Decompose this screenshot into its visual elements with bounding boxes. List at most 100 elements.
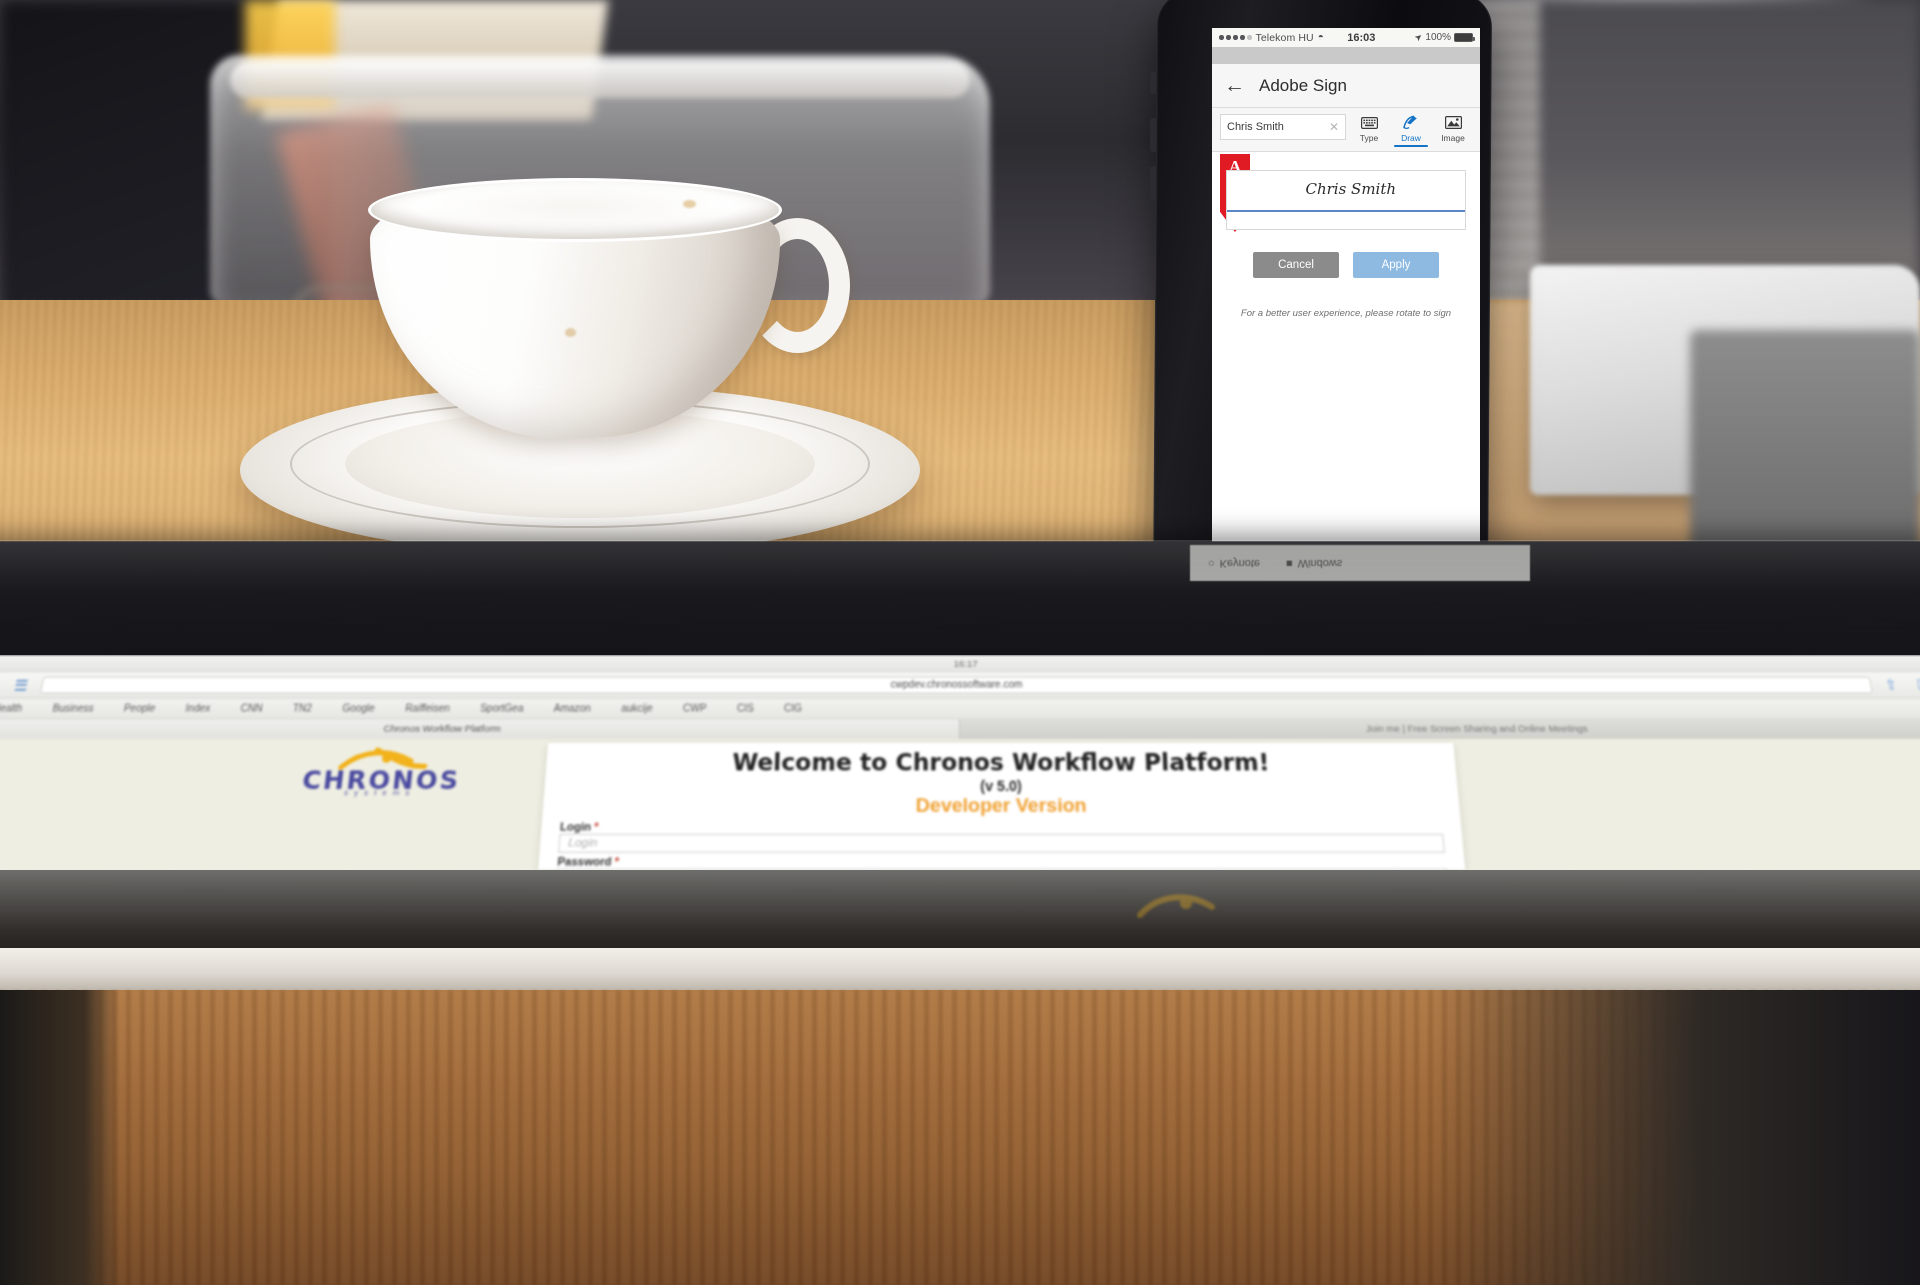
share-icon[interactable]: ⇧	[1884, 677, 1899, 694]
status-time: 16:03	[1347, 31, 1376, 44]
tab-draw-label: Draw	[1401, 133, 1421, 143]
white-ledge	[0, 948, 1920, 994]
reflection-keynote: ○ Keynote	[1208, 557, 1260, 569]
tab-draw-underline	[1394, 145, 1428, 147]
signature-mode-group: Type Draw Image	[1352, 114, 1472, 147]
password-input[interactable]: Password	[555, 868, 1449, 870]
login-placeholder: Login	[567, 837, 598, 850]
safari-browser: iPad ◓ 16:17 66% ← → ☰ cwpdev.chronossof…	[0, 655, 1920, 870]
ipad-glass-reflection: ○ Keynote ■ Windows	[1190, 545, 1530, 581]
signature-ink: Chris Smith	[1305, 180, 1397, 198]
logo-reflection	[1137, 894, 1215, 918]
app-header: ← Adobe Sign	[1212, 64, 1480, 108]
logo-subtitle: systems	[343, 787, 417, 798]
cup-rim	[368, 178, 782, 242]
signature-button-row: Cancel Apply	[1226, 252, 1466, 278]
browser-tab-bar: Chronos Workflow Platform Join me | Free…	[0, 719, 1920, 739]
tabs-icon[interactable]: ☐	[1915, 677, 1920, 694]
reflection-windows: ■ Windows	[1286, 557, 1342, 569]
password-required-marker: *	[614, 856, 620, 869]
status-right-group: ➤ 100%	[1412, 30, 1475, 44]
cup-speck	[565, 328, 576, 337]
keyboard-icon	[1352, 114, 1386, 131]
ios-gray-bar	[1212, 47, 1480, 64]
reflection-keynote-label: Keynote	[1219, 557, 1261, 569]
ios-status-bar: Telekom HU ◓ 16:03 ➤ 100%	[1212, 28, 1480, 47]
tab-joinme[interactable]: Join me | Free Screen Sharing and Online…	[960, 719, 1920, 739]
login-field-label: Login *	[560, 821, 1444, 834]
bookmark-item[interactable]: Business	[52, 703, 95, 714]
page-title: Welcome to Chronos Workflow Platform!	[731, 749, 1271, 777]
password-field-label: Password *	[557, 856, 1446, 869]
close-x-icon[interactable]: ✕	[1329, 120, 1339, 134]
bookmark-item[interactable]: CIG	[784, 703, 802, 714]
bookmark-item[interactable]: Google	[342, 703, 376, 714]
tab-image[interactable]: Image	[1436, 114, 1470, 147]
battery-percent: 100%	[1425, 32, 1451, 43]
printer-body	[1690, 330, 1920, 560]
nav-forward-icon[interactable]: →	[0, 677, 2, 694]
bookmark-item[interactable]: aukcije	[621, 703, 653, 714]
edition-label: Developer Version	[915, 795, 1087, 818]
tab-draw[interactable]: Draw	[1394, 114, 1428, 147]
bookmark-item[interactable]: Gossip+Health	[0, 703, 23, 714]
tab-image-underline	[1436, 145, 1470, 147]
carrier-label: Telekom HU	[1255, 31, 1314, 44]
version-label: (v 5.0)	[980, 777, 1022, 795]
url-bar[interactable]: cwpdev.chronossoftware.com	[40, 676, 1873, 694]
bookmark-item[interactable]: TN2	[292, 703, 312, 714]
bookmark-item[interactable]: CWP	[683, 703, 707, 714]
ipad-status-time: 16:17	[953, 658, 978, 670]
ipad-screen: iPad ◓ 16:17 66% ← → ☰ cwpdev.chronossof…	[0, 655, 1920, 870]
signature-baseline	[1227, 210, 1465, 212]
login-required-marker: *	[593, 821, 599, 834]
pen-draw-icon	[1394, 114, 1428, 131]
bookmarks-sidebar-icon[interactable]: ☰	[13, 676, 30, 694]
cancel-button[interactable]: Cancel	[1253, 252, 1339, 278]
signer-name-input[interactable]: Chris Smith ✕	[1220, 114, 1346, 140]
tab-type[interactable]: Type	[1352, 114, 1386, 147]
battery-icon	[1454, 33, 1475, 42]
tab-type-underline	[1352, 145, 1386, 147]
front-desk-shadow-right	[1430, 990, 1920, 1285]
chronos-logo: CHRONOS systems	[251, 747, 513, 800]
login-label-text: Login	[559, 821, 592, 834]
bookmark-item[interactable]: Amazon	[553, 703, 591, 714]
document-tray-lip	[230, 62, 970, 98]
reflection-windows-label: Windows	[1297, 557, 1343, 569]
url-text: cwpdev.chronossoftware.com	[890, 679, 1023, 691]
phone-mute-switch[interactable]	[1150, 72, 1156, 94]
location-arrow-icon: ➤	[1412, 30, 1425, 44]
front-desk-shadow-left	[0, 990, 120, 1285]
bookmark-item[interactable]: People	[123, 703, 156, 714]
signature-box[interactable]: Chris Smith	[1226, 170, 1466, 230]
photo-scene: Telekom HU ◓ 16:03 ➤ 100% ← Adobe Sign C…	[0, 0, 1920, 1285]
signature-capture-area: A Sign Chris Smith Cancel Apply For a be…	[1212, 152, 1480, 319]
rotate-hint-text: For a better user experience, please rot…	[1240, 308, 1452, 319]
phone-volume-down-button[interactable]	[1150, 166, 1156, 200]
app-title: Adobe Sign	[1259, 75, 1347, 95]
bookmark-item[interactable]: CNN	[240, 703, 263, 714]
back-arrow-icon[interactable]: ←	[1224, 75, 1245, 96]
keynote-icon: ○	[1208, 557, 1215, 569]
tab-image-label: Image	[1441, 133, 1465, 143]
phone-volume-up-button[interactable]	[1150, 118, 1156, 152]
image-picture-icon	[1436, 114, 1470, 131]
tab-type-label: Type	[1359, 133, 1379, 143]
login-input[interactable]: Login	[558, 833, 1445, 853]
safari-toolbar: ← → ☰ cwpdev.chronossoftware.com ⇧ ☐ ☁	[0, 672, 1920, 699]
iphone-screen: Telekom HU ◓ 16:03 ➤ 100% ← Adobe Sign C…	[1212, 28, 1480, 550]
windows-icon: ■	[1286, 557, 1293, 569]
tab-chronos-workflow-platform[interactable]: Chronos Workflow Platform	[0, 719, 961, 739]
signer-name-value: Chris Smith	[1227, 121, 1284, 133]
bookmark-item[interactable]: SportGea	[480, 703, 524, 714]
ipad-status-bar: iPad ◓ 16:17 66%	[0, 655, 1920, 673]
login-panel: Welcome to Chronos Workflow Platform! (v…	[538, 742, 1466, 870]
password-label-text: Password	[556, 856, 612, 869]
bookmark-item[interactable]: CIS	[737, 703, 754, 714]
bookmarks-bar: Gossip+Health Business People Index CNN …	[0, 698, 1920, 720]
bookmark-item[interactable]: Index	[185, 703, 211, 714]
safari-right-icons: ⇧ ☐ ☁	[1884, 677, 1920, 694]
bookmark-item[interactable]: Raiffeisen	[405, 703, 451, 714]
apply-button[interactable]: Apply	[1353, 252, 1439, 278]
